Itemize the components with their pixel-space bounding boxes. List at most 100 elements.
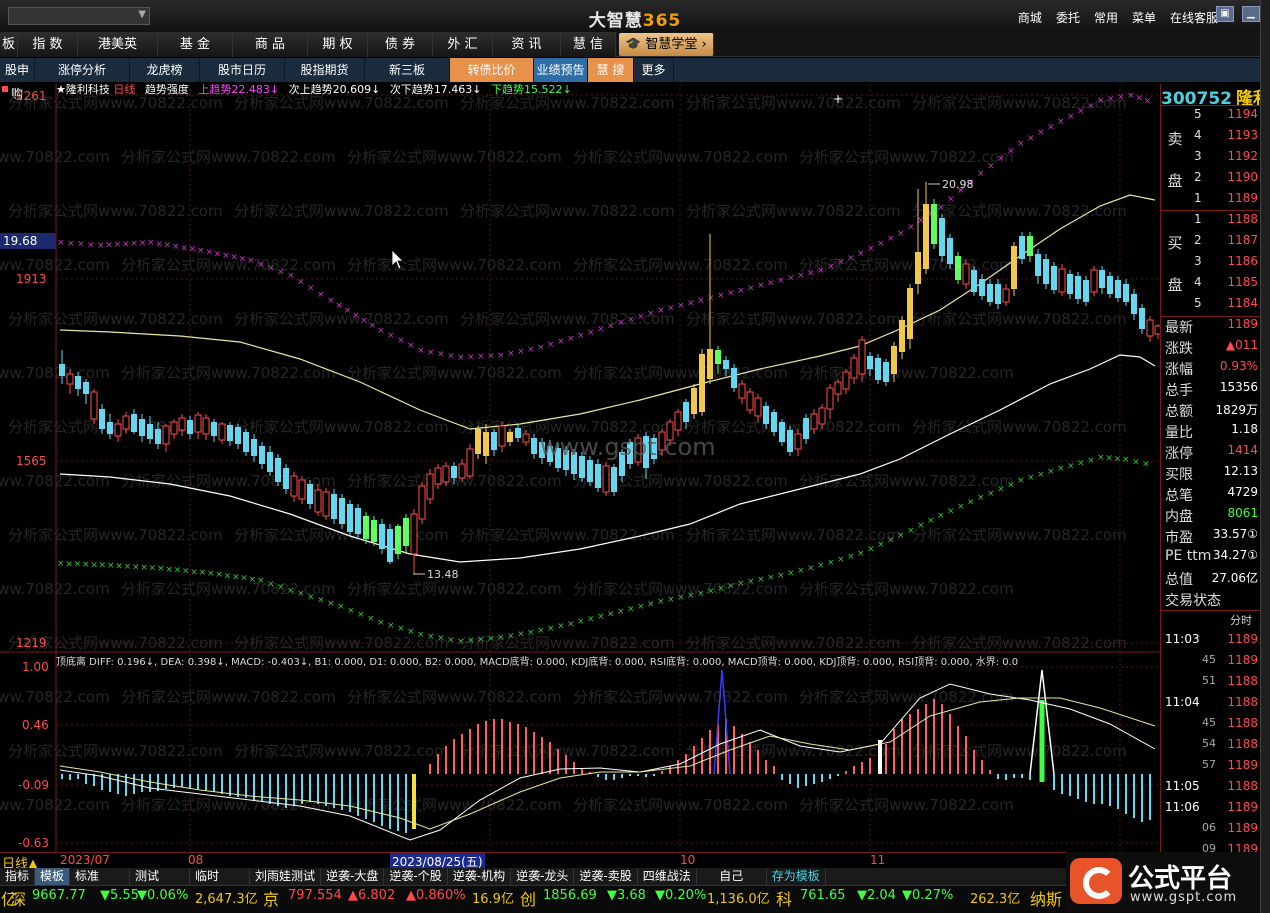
tab-counter-inst[interactable]: 逆袭-机构 (448, 868, 512, 885)
lower-trend-dot: × (140, 563, 148, 573)
upper-trend-dot: × (787, 274, 795, 284)
menu-huixin[interactable]: 慧 信 (561, 32, 616, 57)
minimize-icon[interactable]: ▁ (1242, 6, 1260, 22)
lower-trend-dot: × (357, 610, 365, 620)
quote-value: 0.93% (1219, 359, 1258, 373)
watermark-text: 分析家公式网www.70822.com (234, 742, 449, 760)
submenu-search[interactable]: 慧 搜 (588, 58, 634, 82)
restore-icon[interactable]: ▣ (1216, 6, 1234, 22)
date-label: 2023/07 (60, 853, 110, 867)
corner-marker (2, 86, 8, 92)
watermark-text: 分析家公式网www.70822.com (234, 202, 449, 220)
menu-hk-us[interactable]: 港美英 (78, 32, 158, 57)
menu-board[interactable]: 板 (0, 32, 18, 57)
lower-trend-dot: × (947, 507, 955, 517)
top-link-menu[interactable]: 菜单 (1132, 9, 1156, 26)
tab-counter-leader[interactable]: 逆袭-龙头 (511, 868, 575, 885)
submenu-more[interactable]: 更多 (634, 58, 674, 82)
tab-counter-sell[interactable]: 逆袭-卖股 (574, 868, 638, 885)
quote-value: 27.06亿 (1211, 571, 1258, 585)
tab-mine[interactable]: 自己 (697, 868, 767, 885)
menu-bonds[interactable]: 债 券 (368, 32, 433, 57)
menu-options[interactable]: 期 权 (308, 32, 368, 57)
quote-value: 1192 (1227, 149, 1258, 163)
upper-trend-dot: × (737, 286, 745, 296)
ticker-item: 创 (520, 890, 537, 909)
quote-row: 量比 1.18 (1162, 422, 1260, 443)
menu-fund[interactable]: 基 金 (158, 32, 233, 57)
upper-trend-dot: × (214, 249, 222, 259)
watermark-text: 分析家公式网www.70822.com (686, 526, 901, 544)
submenu-cb-compare[interactable]: 转债比价 (450, 58, 534, 82)
lower-trend-dot: × (257, 576, 265, 586)
candle-body (347, 504, 353, 532)
upper-trend-dot: × (335, 301, 343, 311)
tab-indicator[interactable]: 指标 (0, 868, 36, 885)
upper-trend-dot: × (172, 242, 180, 252)
watermark-text: 分析家公式网www.70822.com (460, 742, 675, 760)
upper-trend-dot: × (717, 291, 725, 301)
top-link-support[interactable]: 在线客服 (1170, 9, 1218, 26)
watermark-text: 分析家公式网www.70822.com (912, 310, 1127, 328)
tab-standard[interactable]: 标准 (70, 868, 131, 885)
tab-counter-market[interactable]: 逆袭-大盘 (321, 868, 385, 885)
watermark-text: 分析家公式网www.70822.com (799, 364, 1014, 382)
candle-body (458, 463, 466, 479)
menu-news[interactable]: 资 讯 (493, 32, 561, 57)
top-link-mall[interactable]: 商城 (1018, 9, 1042, 26)
candle-body (498, 425, 506, 447)
menu-commodity[interactable]: 商 品 (233, 32, 308, 57)
macd-header: 顶底离 DIFF: 0.196↓, DEA: 0.398↓, MACD: -0.… (56, 655, 1018, 668)
submenu-limit-up[interactable]: 涨停分析 (35, 58, 130, 82)
watermark-text: 分析家公式网www.70822.com (347, 796, 562, 814)
lower-trend-dot: × (347, 606, 355, 616)
save-template-button[interactable]: 存为模板 (767, 868, 826, 885)
lower-trend-dot: × (517, 630, 525, 640)
submenu-neeq[interactable]: 新三板 (365, 58, 450, 82)
upper-trend-dot: × (947, 195, 955, 205)
submenu-earnings[interactable]: 业绩预告 (534, 58, 588, 82)
upper-trend-dot: × (122, 240, 130, 250)
quote-value: 1186 (1227, 254, 1258, 268)
lower-trend-dot: × (887, 536, 895, 546)
upper-trend-dot: × (457, 353, 465, 363)
lower-trend-dot: × (1105, 454, 1113, 464)
upper-trend-dot: × (487, 352, 495, 362)
lower-trend-dot: × (687, 591, 695, 601)
menu-index[interactable]: 指 数 (18, 32, 78, 57)
macd-tick: 1.00 (22, 660, 49, 674)
watermark-text: 分析家公式网www.70822.com (347, 688, 562, 706)
top-link-common[interactable]: 常用 (1094, 9, 1118, 26)
vertical-scrollbar[interactable] (1260, 0, 1270, 913)
menu-forex[interactable]: 外 汇 (433, 32, 493, 57)
upper-trend-dot: × (1087, 101, 1095, 111)
tab-test[interactable]: 测试 (130, 868, 191, 885)
tab-counter-stock[interactable]: 逆袭-个股 (384, 868, 448, 885)
candle-body (826, 387, 834, 410)
ticker-item: 2,647.3亿 (195, 892, 258, 907)
kline-chart[interactable]: 分析家公式网www.70822.com 分析家公式网www.70822.com 分析… (0, 84, 1160, 854)
price-tick: 1913 (16, 272, 47, 286)
submenu-ipo[interactable]: 股申购 (0, 58, 35, 101)
lower-trend-dot: × (427, 632, 435, 642)
macd-tick: -0.63 (18, 836, 49, 850)
upper-trend-dot: × (139, 239, 147, 249)
quote-row: 11:04 1188 (1162, 695, 1260, 716)
tab-custom-test[interactable]: 刘雨娃测试 (250, 868, 322, 885)
upper-trend-dot: × (1077, 107, 1085, 117)
submenu-futures[interactable]: 股指期货 (285, 58, 365, 82)
watermark-text: 分析家公式网www.70822.com (121, 796, 336, 814)
quote-label: PE ttm (1165, 548, 1212, 564)
upper-trend-dot: × (387, 331, 395, 341)
tab-4d-strategy[interactable]: 四维战法 (638, 868, 697, 885)
lower-trend-dot: × (707, 587, 715, 597)
menu-school[interactable]: 🎓 智慧学堂 › (619, 33, 714, 56)
submenu-calendar[interactable]: 股市日历 (200, 58, 285, 82)
tab-temp[interactable]: 临时 (190, 868, 251, 885)
top-link-order[interactable]: 委托 (1056, 9, 1080, 26)
tab-template[interactable]: 模板 (35, 868, 71, 885)
submenu-dragon-tiger[interactable]: 龙虎榜 (130, 58, 200, 82)
lower-trend-dot: × (407, 627, 415, 637)
lower-trend-dot: × (787, 569, 795, 579)
quote-value: 1189 (1227, 821, 1258, 835)
